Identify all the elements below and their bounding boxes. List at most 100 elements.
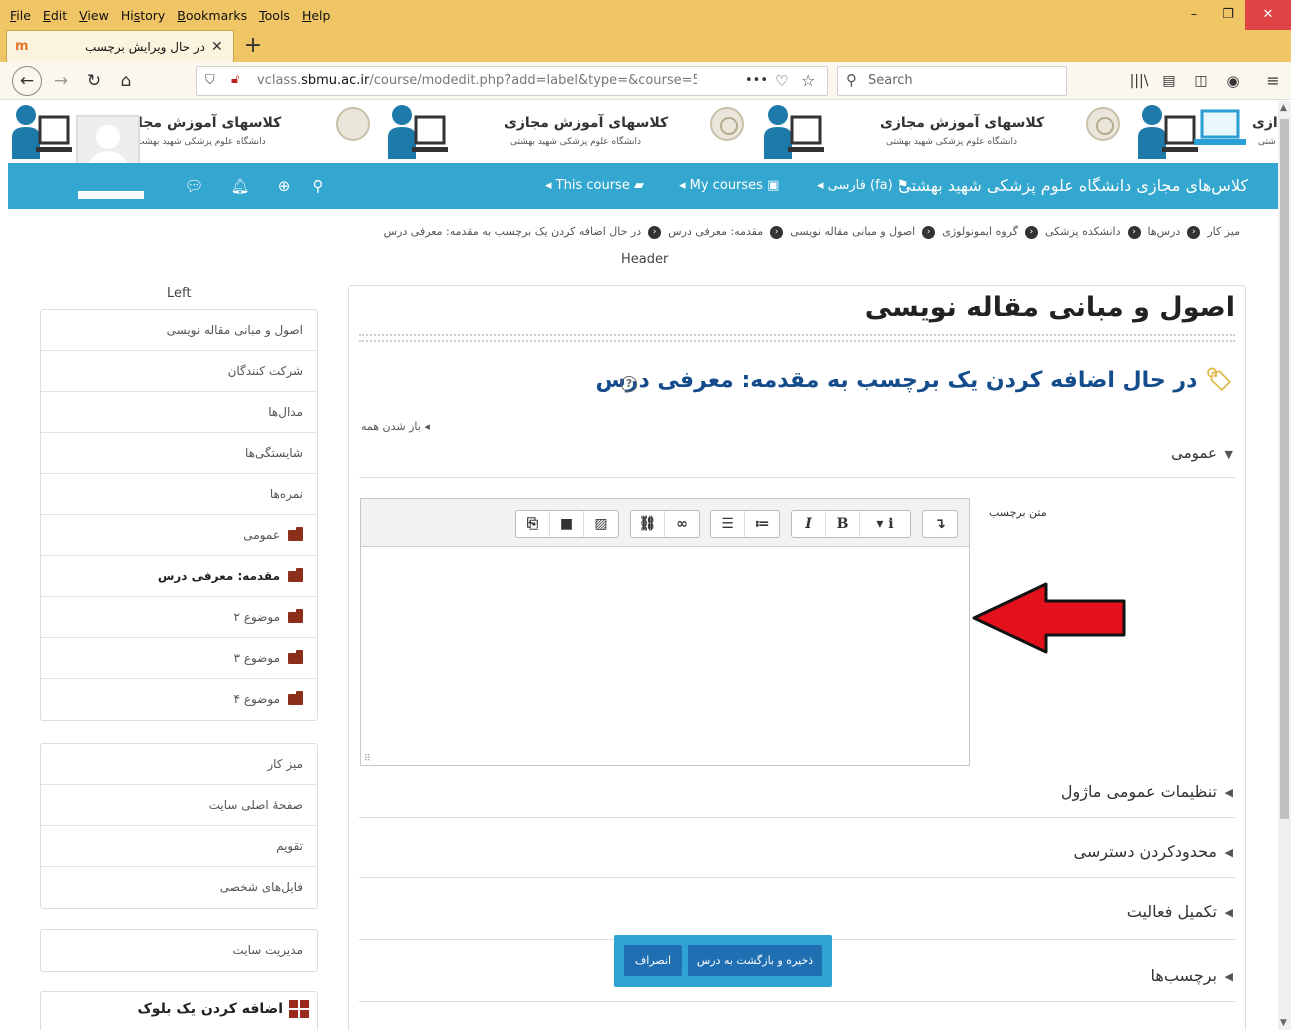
reload-button[interactable]: ↻ <box>82 66 106 96</box>
left-nav-item[interactable]: تقویم <box>41 826 317 867</box>
toolbar-group-links: ⛓ ∞ <box>630 510 700 538</box>
left-nav-item[interactable]: موضوع ۴ <box>41 679 317 720</box>
menu-bookmarks[interactable]: Bookmarks <box>177 8 247 23</box>
banner-logo-unit: ازی شتی <box>1136 101 1278 163</box>
scrollbar-thumb[interactable] <box>1280 119 1289 819</box>
banner-title: کلاسهای آموزش مجاز <box>130 115 282 131</box>
search-icon[interactable]: ⚲ <box>308 175 328 197</box>
manage-files-icon[interactable]: ⎘ <box>516 511 550 537</box>
account-icon[interactable]: ◉ <box>1222 66 1244 96</box>
back-button[interactable]: ← <box>12 66 42 96</box>
left-nav-item[interactable]: میز کار <box>41 744 317 785</box>
library-icon[interactable]: |||\ <box>1128 66 1150 96</box>
messages-icon[interactable]: 💬︎ <box>184 175 204 197</box>
insecure-lock-icon[interactable]: 🔓︎ <box>231 72 239 87</box>
cancel-button[interactable]: انصراف <box>624 945 682 976</box>
italic-button[interactable]: I <box>792 511 826 537</box>
page-actions-button[interactable]: ••• <box>745 67 768 95</box>
my-courses-menu[interactable]: ◂ My courses ▣ <box>679 163 779 209</box>
unordered-list-icon[interactable]: ≔ <box>745 511 779 537</box>
url-text[interactable]: vclass.sbmu.ac.ir/course/modedit.php?add… <box>257 67 697 95</box>
left-nav-item[interactable]: مقدمه: معرفی درس <box>41 556 317 597</box>
bold-button[interactable]: B <box>826 511 860 537</box>
tab-close-icon[interactable]: ✕ <box>211 39 225 55</box>
bookmark-star-icon[interactable]: ☆ <box>801 71 815 90</box>
site-admin-link[interactable]: مدیریت سایت <box>41 930 317 971</box>
left-nav-item[interactable]: عمومی <box>41 515 317 556</box>
page-scrollbar[interactable]: ▲ ▼ <box>1278 101 1291 1030</box>
menu-tools[interactable]: Tools <box>259 8 290 23</box>
site-name-link[interactable]: کلاس‌های مجازی دانشگاه علوم پزشکی شهید ب… <box>898 163 1248 209</box>
insert-media-icon[interactable]: ■ <box>550 511 584 537</box>
show-more-buttons-icon[interactable]: ↴ <box>923 511 957 537</box>
breadcrumb-item[interactable]: میز کار <box>1207 225 1240 238</box>
popup-icon[interactable]: ⊕ <box>274 175 294 197</box>
browser-tab[interactable]: m در حال ویرایش برچسب ✕ <box>6 30 234 62</box>
section-restrict-access[interactable]: ◀ محدودکردن دسترسی <box>359 818 1235 878</box>
search-box[interactable]: ⚲ Search <box>837 66 1067 96</box>
left-nav-item[interactable]: موضوع ۲ <box>41 597 317 638</box>
hamburger-menu-icon[interactable]: ≡ <box>1262 66 1284 96</box>
link-icon[interactable]: ∞ <box>665 511 699 537</box>
editor-content-area[interactable] <box>361 547 969 765</box>
user-name-menu[interactable] <box>78 191 144 199</box>
left-nav-item[interactable]: موضوع ۳ <box>41 638 317 679</box>
left-nav-label: تقویم <box>276 839 303 853</box>
section-general[interactable]: ▼ عمومی <box>359 434 1235 478</box>
paragraph-style-button[interactable]: ▾ i <box>860 511 910 537</box>
expand-all-link[interactable]: ◂ باز شدن همه <box>361 420 430 433</box>
notifications-bell-icon[interactable]: 🔔︎ <box>230 175 250 197</box>
left-nav-item[interactable]: اصول و مبانی مقاله نویسی <box>41 310 317 351</box>
section-module-settings[interactable]: ◀ تنظیمات عمومی ماژول <box>359 770 1235 818</box>
banner-subtitle: دانشگاه علوم پزشکی شهید بهشت <box>136 137 266 147</box>
forward-button[interactable]: → <box>50 66 72 96</box>
editor-toolbar: ⎘ ■ ▨ ⛓ ∞ ☰ ≔ I B ▾ i ↴ <box>361 499 969 547</box>
language-menu[interactable]: ◂ فارسی (fa) ⚑ <box>817 163 908 209</box>
breadcrumb-item[interactable]: دانشکده پزشکی <box>1045 225 1121 238</box>
breadcrumb-item[interactable]: اصول و مبانی مقاله نویسی <box>790 225 915 238</box>
unlink-icon[interactable]: ⛓ <box>631 511 665 537</box>
menu-edit[interactable]: Edit <box>43 8 67 23</box>
menu-help[interactable]: Help <box>302 8 331 23</box>
insert-image-icon[interactable]: ▨ <box>584 511 618 537</box>
breadcrumb-item[interactable]: گروه ایمونولوژی <box>942 225 1018 238</box>
scroll-up-icon[interactable]: ▲ <box>1280 103 1287 113</box>
url-bar[interactable]: ⛉ 🔓︎ vclass.sbmu.ac.ir/course/modedit.ph… <box>196 66 828 96</box>
left-nav-label: صفحهٔ اصلی سایت <box>208 798 303 812</box>
sidebar-icon[interactable]: ◫ <box>1190 66 1212 96</box>
help-icon[interactable]: ? <box>621 376 637 392</box>
resize-grip-icon[interactable]: ⠿ <box>364 754 371 764</box>
folder-icon <box>288 568 303 582</box>
new-tab-button[interactable]: + <box>240 32 266 60</box>
folder-icon <box>288 527 303 541</box>
breadcrumb-item[interactable]: مقدمه: معرفی درس <box>668 225 763 238</box>
this-course-menu[interactable]: ◂ This course ▰ <box>545 163 644 209</box>
left-nav-item[interactable]: نمره‌ها <box>41 474 317 515</box>
menu-history[interactable]: History <box>121 8 165 23</box>
restore-button[interactable]: ❐ <box>1211 0 1245 30</box>
breadcrumb-item[interactable]: درس‌ها <box>1148 225 1181 238</box>
home-button[interactable]: ⌂ <box>114 66 138 96</box>
menu-view[interactable]: View <box>79 8 109 23</box>
section-module-settings-label: تنظیمات عمومی ماژول <box>1060 782 1217 801</box>
add-block-block: اضافه کردن یک بلوک <box>40 991 318 1030</box>
left-region-label: Left <box>167 286 192 301</box>
shield-icon[interactable]: ⛉ <box>205 73 215 88</box>
scroll-down-icon[interactable]: ▼ <box>1280 1018 1287 1028</box>
banner-title: کلاسهای آموزش مجازی <box>880 115 1045 131</box>
pocket-icon[interactable]: ♡ <box>775 72 788 90</box>
reader-view-icon[interactable]: ▤ <box>1158 66 1180 96</box>
left-nav-item[interactable]: فایل‌های شخصی <box>41 867 317 908</box>
minimize-button[interactable]: – <box>1177 0 1211 30</box>
save-and-return-button[interactable]: ذخیره و بازگشت به درس <box>688 945 822 976</box>
ordered-list-icon[interactable]: ☰ <box>711 511 745 537</box>
section-activity-completion[interactable]: ◀ تکمیل فعالیت <box>359 878 1235 940</box>
banner-logo-unit: کلاسهای آموزش مجازی دانشگاه علوم پزشکی شه… <box>760 101 1135 163</box>
left-nav-item[interactable]: صفحهٔ اصلی سایت <box>41 785 317 826</box>
left-nav-item[interactable]: شایستگی‌ها <box>41 433 317 474</box>
left-nav-item[interactable]: مدال‌ها <box>41 392 317 433</box>
close-window-button[interactable]: ✕ <box>1245 0 1291 30</box>
left-nav-item[interactable]: شرکت کنندگان <box>41 351 317 392</box>
web-page: کلاسهای آموزش مجاز دانشگاه علوم پزشکی شهی… <box>8 101 1278 1030</box>
menu-file[interactable]: File <box>10 8 31 23</box>
